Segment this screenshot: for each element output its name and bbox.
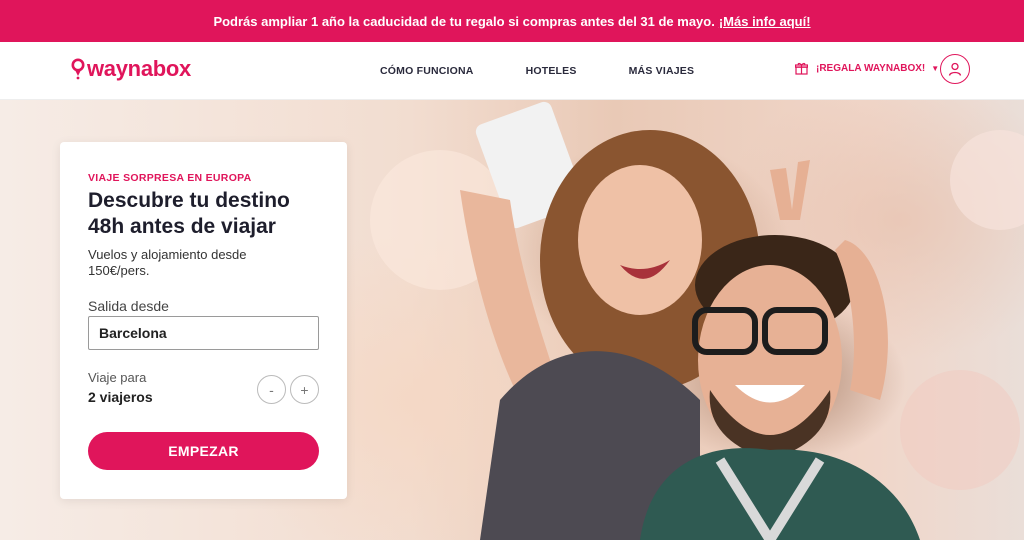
search-card: VIAJE SORPRESA EN EUROPA Descubre tu des… — [60, 142, 347, 499]
user-account-button[interactable] — [940, 54, 970, 84]
pin-icon — [71, 58, 85, 80]
travelers-value: 2 viajeros — [88, 389, 153, 405]
waynabox-logo[interactable]: waynabox — [71, 56, 191, 82]
user-icon — [948, 62, 962, 76]
top-navigation: waynabox CÓMO FUNCIONA HOTELES MÁS VIAJE… — [0, 42, 1024, 100]
nav-mas-viajes[interactable]: MÁS VIAJES — [629, 65, 695, 77]
chevron-down-icon: ▼ — [931, 64, 940, 73]
departure-label: Salida desde — [88, 298, 169, 314]
travelers-label: Viaje para — [88, 370, 147, 385]
nav-hoteles[interactable]: HOTELES — [526, 65, 577, 77]
promo-banner: Podrás ampliar 1 año la caducidad de tu … — [0, 0, 1024, 42]
start-button[interactable]: EMPEZAR — [88, 432, 319, 470]
main-nav: CÓMO FUNCIONA HOTELES MÁS VIAJES — [380, 42, 746, 100]
card-eyebrow: VIAJE SORPRESA EN EUROPA — [88, 172, 252, 184]
gift-menu[interactable]: ¡REGALA WAYNABOX! ▼ — [795, 62, 939, 75]
increase-travelers-button[interactable]: + — [290, 375, 319, 404]
price-subtext: Vuelos y alojamiento desde 150€/pers. — [88, 247, 247, 278]
nav-como-funciona[interactable]: CÓMO FUNCIONA — [380, 65, 474, 77]
promo-info-link[interactable]: ¡Más info aquí! — [719, 14, 811, 29]
decrease-travelers-button[interactable]: - — [257, 375, 286, 404]
gift-icon — [795, 62, 808, 75]
logo-text: waynabox — [87, 56, 191, 81]
gift-menu-label: ¡REGALA WAYNABOX! — [816, 63, 926, 74]
departure-input[interactable] — [88, 316, 319, 350]
page-title: Descubre tu destino 48h antes de viajar — [88, 189, 290, 238]
promo-text: Podrás ampliar 1 año la caducidad de tu … — [213, 13, 715, 29]
